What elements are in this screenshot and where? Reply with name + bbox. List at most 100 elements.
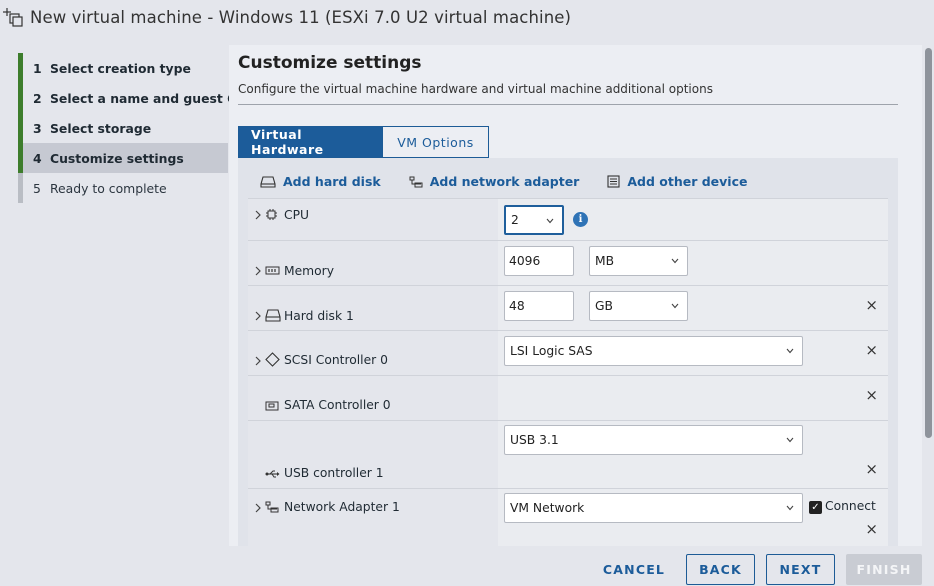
next-button[interactable]: NEXT <box>766 554 835 585</box>
cpu-count-select[interactable]: 2 <box>504 205 564 235</box>
hard-disk-icon <box>265 309 281 322</box>
cpu-label: CPU <box>284 208 310 222</box>
hardware-row-memory: Memory 4096 MB <box>248 240 888 285</box>
add-other-device-button[interactable]: Add other device <box>607 174 747 189</box>
hard-disk-size-input[interactable]: 48 <box>504 291 574 321</box>
finish-button[interactable]: FINISH <box>846 554 922 585</box>
hard-disk-icon <box>260 175 276 188</box>
row-value-cell: 2 i <box>498 199 888 240</box>
scsi-controller-icon <box>265 352 280 367</box>
row-value-cell: LSI Logic SAS × <box>498 331 888 375</box>
scsi-controller-type-value: LSI Logic SAS <box>510 344 593 358</box>
add-hard-disk-label: Add hard disk <box>283 174 381 189</box>
memory-unit-select[interactable]: MB <box>589 246 688 276</box>
remove-sata-controller-button[interactable]: × <box>865 388 878 403</box>
step-indicator <box>18 143 23 173</box>
chevron-down-icon <box>786 505 794 511</box>
scrollbar[interactable] <box>923 45 934 546</box>
step-select-creation-type[interactable]: 1 Select creation type <box>18 53 228 83</box>
tab-virtual-hardware[interactable]: Virtual Hardware <box>238 126 383 158</box>
title-bar: New virtual machine - Windows 11 (ESXi 7… <box>0 0 934 38</box>
chevron-right-icon[interactable] <box>254 266 262 276</box>
step-label: Customize settings <box>50 150 184 166</box>
step-indicator <box>18 53 23 83</box>
window-title: New virtual machine - Windows 11 (ESXi 7… <box>30 8 572 27</box>
hardware-row-network-adapter: Network Adapter 1 VM Network ✓ Connect × <box>248 488 888 546</box>
connect-checkbox[interactable]: ✓ <box>809 501 822 514</box>
usb-controller-label: USB controller 1 <box>284 466 384 480</box>
network-value: VM Network <box>510 501 585 515</box>
main-content: Customize settings Configure the virtual… <box>229 45 922 546</box>
cpu-count-value: 2 <box>511 213 519 227</box>
step-number: 3 <box>33 120 42 136</box>
add-network-adapter-label: Add network adapter <box>429 174 580 189</box>
hardware-row-cpu: CPU 2 i <box>248 198 888 240</box>
network-adapter-icon <box>409 176 423 187</box>
step-label: Select storage <box>50 120 152 136</box>
network-select[interactable]: VM Network <box>504 493 803 523</box>
hardware-actions: Add hard disk Add network adapter Add ot… <box>260 174 775 189</box>
row-label-cell: Network Adapter 1 <box>248 489 498 546</box>
cancel-button[interactable]: CANCEL <box>595 554 673 585</box>
row-label-cell: SATA Controller 0 <box>248 376 498 420</box>
back-button[interactable]: BACK <box>686 554 755 585</box>
step-label: Select creation type <box>50 60 191 76</box>
chevron-right-icon[interactable] <box>254 503 262 513</box>
memory-size-input[interactable]: 4096 <box>504 246 574 276</box>
chevron-down-icon <box>786 437 794 443</box>
step-customize-settings[interactable]: 4 Customize settings <box>18 143 228 173</box>
page-title: Customize settings <box>238 53 422 73</box>
scsi-controller-type-select[interactable]: LSI Logic SAS <box>504 336 803 366</box>
hard-disk-unit-select[interactable]: GB <box>589 291 688 321</box>
usb-controller-type-value: USB 3.1 <box>510 433 559 447</box>
network-adapter-label: Network Adapter 1 <box>284 500 400 514</box>
hard-disk-unit-value: GB <box>595 299 613 313</box>
add-hard-disk-button[interactable]: Add hard disk <box>260 174 381 189</box>
step-select-storage[interactable]: 3 Select storage <box>18 113 228 143</box>
hardware-row-usb-controller: USB controller 1 USB 3.1 × <box>248 420 888 488</box>
row-value-cell: USB 3.1 × <box>498 421 888 488</box>
info-icon[interactable]: i <box>573 212 588 227</box>
row-label-cell: CPU <box>248 199 498 240</box>
hard-disk-label: Hard disk 1 <box>284 309 354 323</box>
add-other-device-label: Add other device <box>627 174 748 189</box>
device-list-icon <box>607 175 620 188</box>
network-adapter-icon <box>265 501 279 513</box>
wizard-footer: CANCEL BACK NEXT FINISH <box>0 546 934 586</box>
add-network-adapter-button[interactable]: Add network adapter <box>409 174 580 189</box>
scsi-controller-label: SCSI Controller 0 <box>284 353 388 367</box>
hardware-row-scsi-controller: SCSI Controller 0 LSI Logic SAS × <box>248 330 888 375</box>
step-number: 1 <box>33 60 42 76</box>
new-vm-icon <box>3 8 23 27</box>
step-indicator <box>18 113 23 143</box>
step-number: 4 <box>33 150 42 166</box>
row-label-cell: SCSI Controller 0 <box>248 331 498 375</box>
chevron-down-icon <box>671 258 679 264</box>
remove-hard-disk-button[interactable]: × <box>865 298 878 313</box>
chevron-right-icon[interactable] <box>254 311 262 321</box>
usb-icon <box>265 470 280 478</box>
chevron-down-icon <box>786 348 794 354</box>
chevron-right-icon[interactable] <box>254 210 262 220</box>
step-label: Ready to complete <box>50 180 167 196</box>
row-value-cell: 48 GB × <box>498 286 888 330</box>
tab-bar: Virtual Hardware VM Options <box>238 126 489 158</box>
step-indicator <box>18 173 23 203</box>
step-ready-to-complete[interactable]: 5 Ready to complete <box>18 173 228 203</box>
step-select-name-guest-os[interactable]: 2 Select a name and guest OS <box>18 83 247 113</box>
chevron-right-icon[interactable] <box>254 356 262 366</box>
step-number: 2 <box>33 90 42 106</box>
scrollbar-thumb[interactable] <box>925 48 932 438</box>
row-value-cell: VM Network ✓ Connect × <box>498 489 888 546</box>
row-value-cell: × <box>498 376 888 420</box>
remove-scsi-controller-button[interactable]: × <box>865 343 878 358</box>
sata-controller-icon <box>265 401 279 411</box>
usb-controller-type-select[interactable]: USB 3.1 <box>504 425 803 455</box>
tab-vm-options[interactable]: VM Options <box>382 126 489 158</box>
hardware-row-hard-disk: Hard disk 1 48 GB × <box>248 285 888 330</box>
virtual-hardware-panel: Add hard disk Add network adapter Add ot… <box>238 158 898 546</box>
row-label-cell: USB controller 1 <box>248 421 498 488</box>
remove-network-adapter-button[interactable]: × <box>865 522 878 537</box>
chevron-down-icon <box>671 303 679 309</box>
remove-usb-controller-button[interactable]: × <box>865 462 878 477</box>
